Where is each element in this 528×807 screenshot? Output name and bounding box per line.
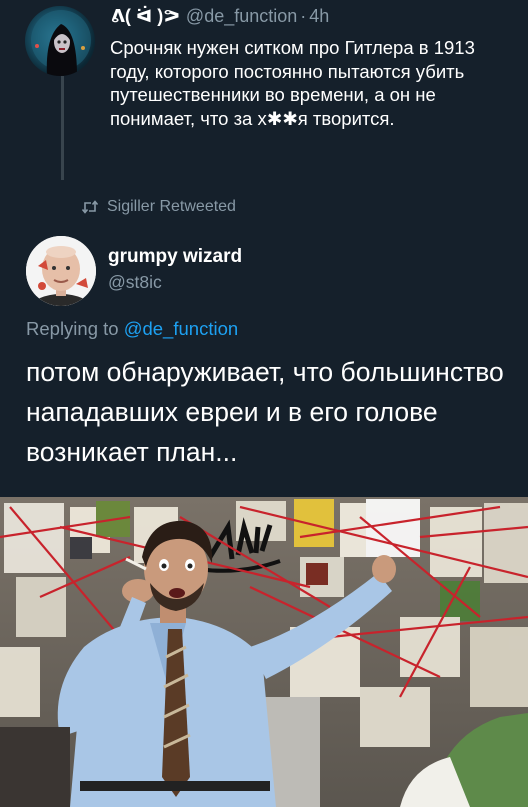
- quoted-tweet-time[interactable]: 4h: [309, 6, 329, 26]
- replying-to: Replying to @de_function: [26, 318, 238, 340]
- quoted-tweet-display-name[interactable]: ᕕ( ᐛ )ᕗ: [111, 6, 180, 26]
- replying-prefix: Replying to: [26, 318, 119, 339]
- quoted-tweet-handle[interactable]: @de_function: [186, 6, 297, 26]
- retweet-indicator[interactable]: Sigiller Retweeted: [82, 198, 236, 216]
- tweet-media-image[interactable]: [0, 497, 528, 807]
- main-tweet-text: потом обнаруживает, что большинство напа…: [26, 357, 504, 467]
- avatar[interactable]: [25, 6, 95, 76]
- replying-to-link[interactable]: @de_function: [124, 318, 238, 339]
- header-separator: ·: [300, 6, 307, 26]
- conspiracy-board-photo: [0, 497, 528, 807]
- retweet-label: Sigiller Retweeted: [107, 198, 236, 215]
- quoted-tweet-text: Срочняк нужен ситком про Гитлера в 1913 …: [110, 37, 475, 129]
- retweet-icon: [82, 200, 98, 214]
- avatar-image: [31, 10, 91, 76]
- quoted-tweet-header: ᕕ( ᐛ )ᕗ @de_function · 4h: [111, 4, 329, 28]
- main-tweet-handle[interactable]: @st8ic: [108, 272, 162, 293]
- avatar-image: [26, 236, 96, 306]
- avatar[interactable]: [26, 236, 96, 306]
- thread-connector-line: [61, 76, 64, 180]
- main-tweet-display-name[interactable]: grumpy wizard: [108, 246, 242, 268]
